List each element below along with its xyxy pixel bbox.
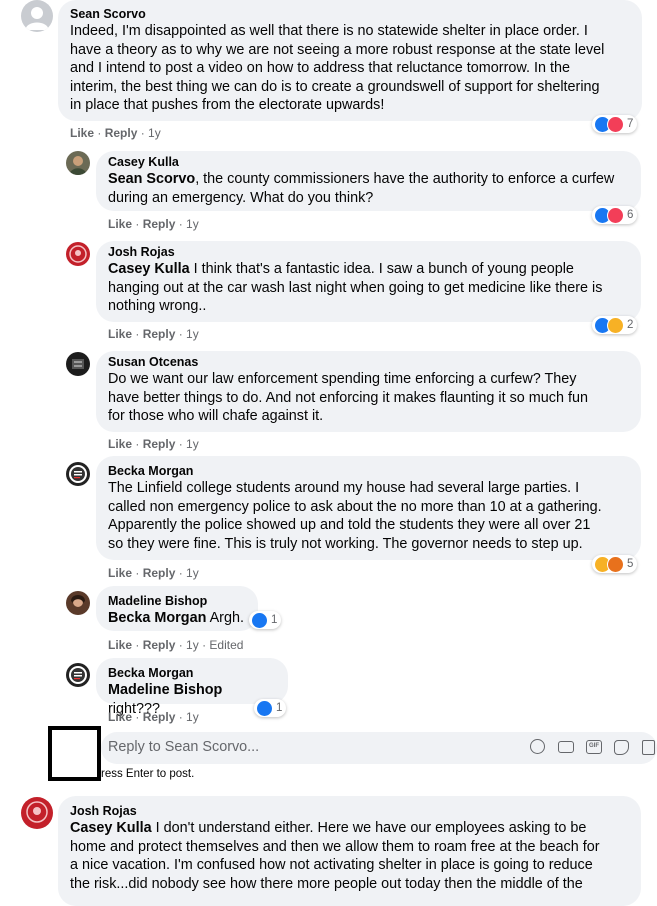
comment-actions: Like · Reply · 1y [108,566,199,580]
reaction-summary[interactable]: 1 [249,611,282,629]
reply-input[interactable]: Reply to Sean Scorvo... GIF [101,732,657,764]
avatar-becka-morgan[interactable] [66,462,90,486]
gif-icon[interactable]: GIF [586,740,602,754]
profile-logo-icon [69,245,87,263]
wow-reaction-icon [607,316,624,334]
comment-author[interactable]: Casey Kulla [108,154,629,170]
avatar-madeline-bishop[interactable] [66,591,90,615]
like-link[interactable]: Like [70,126,94,140]
timestamp[interactable]: 1y [186,638,199,652]
timestamp[interactable]: 1y [148,126,161,140]
mention-link[interactable]: Sean Scorvo [108,171,195,187]
mention-link[interactable]: Becka Morgan [108,610,206,626]
reaction-summary[interactable]: 7 [592,115,638,133]
reaction-summary[interactable]: 5 [592,555,638,573]
reply-hint: ress Enter to post. [101,768,195,780]
timestamp[interactable]: 1y [186,566,199,580]
comment-text: Indeed, I'm disappointed as well that th… [70,23,605,113]
profile-badge-icon [69,465,87,483]
timestamp[interactable]: 1y [186,437,199,451]
comment-actions: Like · Reply · 1y · Edited [108,638,244,652]
profile-photo-icon [72,359,84,369]
avatar-josh-rojas[interactable] [21,797,53,829]
mention-link[interactable]: Madeline Bishop [108,682,222,698]
comment-actions: Like · Reply · 1y [108,217,199,231]
sticker-icon[interactable] [614,740,629,755]
timestamp[interactable]: 1y [186,710,199,724]
mention-link[interactable]: Casey Kulla [108,261,190,277]
emoji-icon[interactable] [530,739,545,754]
comment-actions: Like · Reply · 1y [108,327,199,341]
reaction-summary[interactable]: 6 [592,206,638,224]
profile-badge-icon [69,666,87,684]
mention-link[interactable]: Casey Kulla [70,820,152,836]
like-link[interactable]: Like [108,217,132,231]
like-link[interactable]: Like [108,327,132,341]
attachment-icon[interactable] [642,740,655,755]
like-link[interactable]: Like [108,710,132,724]
love-reaction-icon [607,115,624,133]
reply-link[interactable]: Reply [143,566,176,580]
reply-link[interactable]: Reply [143,437,176,451]
like-reaction-icon [256,699,273,717]
comment-bubble: Susan Otcenas Do we want our law enforce… [96,351,641,432]
default-profile-icon [25,7,49,30]
comment-actions: Like · Reply · 1y [70,126,161,140]
reply-link[interactable]: Reply [105,126,138,140]
timestamp[interactable]: 1y [186,327,199,341]
reply-placeholder: Reply to Sean Scorvo... [108,739,260,755]
reply-link[interactable]: Reply [143,327,176,341]
avatar-josh-rojas[interactable] [66,242,90,266]
angry-reaction-icon [607,555,624,573]
comment-bubble: Casey Kulla Sean Scorvo, the county comm… [96,151,641,211]
comment-bubble: Josh Rojas Casey Kulla I think that's a … [96,241,641,322]
edited-label[interactable]: Edited [209,638,243,652]
reply-link[interactable]: Reply [143,217,176,231]
comment-bubble: Josh Rojas Casey Kulla I don't understan… [58,796,641,906]
profile-logo-icon [26,801,48,823]
comment-bubble: Madeline Bishop Becka Morgan Argh. [96,586,258,631]
comment-actions: Like · Reply · 1y [108,437,199,451]
profile-photo-icon [69,156,87,175]
like-reaction-icon [251,611,268,629]
reaction-summary[interactable]: 2 [592,316,638,334]
comment-author[interactable]: Becka Morgan [108,665,276,681]
comment-author[interactable]: Susan Otcenas [108,354,629,370]
avatar-susan-otcenas[interactable] [66,352,90,376]
reaction-summary[interactable]: 1 [254,699,287,717]
avatar-becka-morgan[interactable] [66,663,90,687]
comment-author[interactable]: Madeline Bishop [108,593,246,609]
reply-link[interactable]: Reply [143,710,176,724]
love-reaction-icon [607,206,624,224]
redacted-avatar-box [48,726,101,781]
avatar-casey-kulla[interactable] [66,151,90,175]
like-link[interactable]: Like [108,638,132,652]
comment-bubble: Becka Morgan Madeline Bishop right??? [96,658,288,717]
comment-bubble: Becka Morgan The Linfield college studen… [96,456,641,560]
camera-icon[interactable] [558,741,574,753]
like-link[interactable]: Like [108,437,132,451]
comment-author[interactable]: Sean Scorvo [70,6,630,22]
comment-author[interactable]: Josh Rojas [108,244,629,260]
comment-actions: Like · Reply · 1y [108,710,199,724]
timestamp[interactable]: 1y [186,217,199,231]
comment-author[interactable]: Josh Rojas [70,803,629,819]
like-link[interactable]: Like [108,566,132,580]
profile-photo-icon [71,595,85,607]
reply-link[interactable]: Reply [143,638,176,652]
comment-bubble: Sean Scorvo Indeed, I'm disappointed as … [58,0,642,121]
avatar-sean-scorvo[interactable] [21,0,53,32]
comment-author[interactable]: Becka Morgan [108,463,629,479]
